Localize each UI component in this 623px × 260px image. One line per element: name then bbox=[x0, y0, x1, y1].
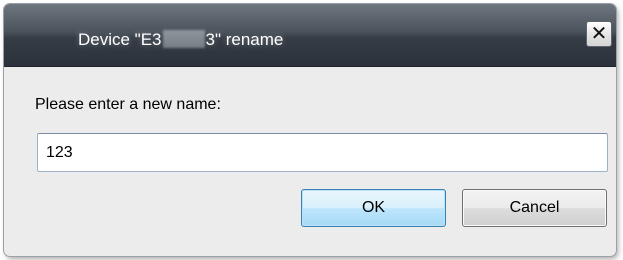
cancel-button[interactable]: Cancel bbox=[462, 189, 607, 227]
dialog-title-suffix: 3" rename bbox=[205, 30, 284, 49]
dialog-title-prefix: Device "E3 bbox=[78, 30, 162, 49]
ok-button[interactable]: OK bbox=[301, 189, 446, 227]
title-bar: Device "E3 3" rename ✕ bbox=[4, 4, 616, 67]
prompt-label: Please enter a new name: bbox=[35, 96, 221, 113]
dialog-title: Device "E3 3" rename bbox=[78, 30, 283, 50]
rename-dialog: Device "E3 3" rename ✕ Please enter a new… bbox=[4, 4, 616, 256]
new-name-input[interactable] bbox=[37, 133, 608, 172]
close-button[interactable]: ✕ bbox=[586, 21, 612, 47]
redacted-region bbox=[162, 30, 205, 48]
close-icon: ✕ bbox=[590, 23, 608, 45]
